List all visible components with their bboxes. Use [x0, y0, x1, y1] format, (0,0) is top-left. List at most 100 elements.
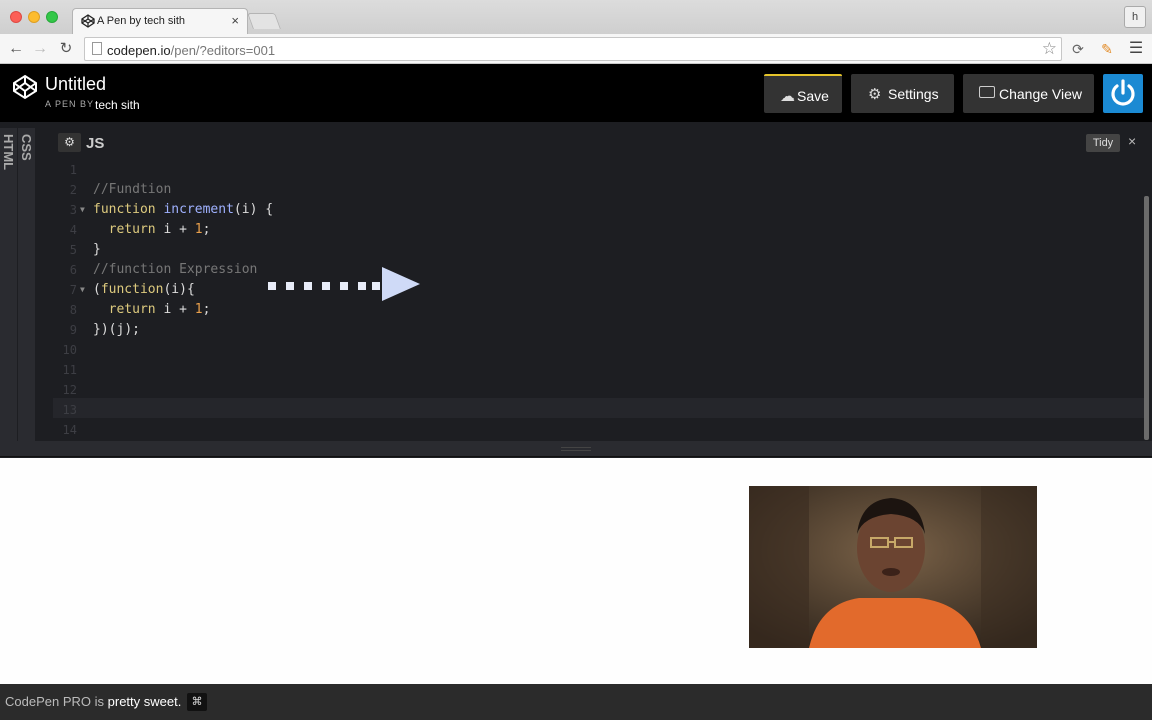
js-code-editor[interactable]: 1 2//Fundtion 3 ▼ function increment(i) {4 r…: [53, 160, 1146, 441]
close-panel-icon[interactable]: ×: [1128, 133, 1136, 149]
arrow-dash: [286, 282, 294, 290]
code-line[interactable]: 13: [53, 400, 1146, 420]
line-number: 13: [62, 403, 77, 417]
arrow-dash: [358, 282, 366, 290]
forward-arrow-icon[interactable]: →: [30, 39, 50, 59]
save-button[interactable]: ☁ Save: [764, 74, 842, 113]
codepen-header: Untitled A PEN BY tech sith ☁ Save ⚙ Set…: [0, 64, 1152, 122]
close-tab-icon[interactable]: ×: [231, 13, 239, 28]
code-text: return i + 1;: [108, 302, 211, 317]
browser-tab-strip: A Pen by tech sith × h: [0, 0, 1152, 34]
js-panel-title: JS: [86, 135, 105, 152]
code-line[interactable]: 6 //function Expression: [53, 260, 1146, 280]
line-number: 11: [62, 363, 77, 377]
resize-grip-icon: [561, 447, 591, 451]
webcam-overlay: [749, 486, 1037, 648]
codepen-logo-icon[interactable]: [12, 74, 38, 100]
gear-icon: ⚙: [868, 86, 882, 103]
settings-button[interactable]: ⚙ Settings: [851, 74, 954, 113]
arrow-dash: [340, 282, 348, 290]
arrow-dash: [268, 282, 276, 290]
line-number: 4: [69, 223, 77, 237]
line-number: 8: [69, 303, 77, 317]
window-close-button[interactable]: [10, 11, 22, 23]
chrome-menu-icon[interactable]: ☰: [1127, 40, 1145, 58]
pen-by-label: A PEN BY: [45, 99, 95, 109]
fold-arrow-icon[interactable]: ▼: [80, 200, 85, 220]
code-text: }: [93, 242, 101, 257]
address-bar[interactable]: codepen.io/pen/?editors=001 ☆: [84, 37, 1062, 61]
line-number: 1: [69, 163, 77, 177]
line-number: 10: [62, 343, 77, 357]
line-number: 12: [62, 383, 77, 397]
line-number: 5: [69, 243, 77, 257]
code-text: function increment(i) {: [93, 202, 274, 217]
codepen-favicon-icon: [81, 14, 95, 28]
reload-icon[interactable]: ↻: [56, 39, 76, 59]
pen-title[interactable]: Untitled: [45, 74, 106, 95]
browser-toolbar: ← → ↻ codepen.io/pen/?editors=001 ☆ ⟳ ✎ …: [0, 34, 1152, 64]
html-tab-label: HTML: [1, 134, 16, 171]
browser-tab-active[interactable]: A Pen by tech sith ×: [72, 8, 248, 34]
code-text: (function(i){: [93, 282, 195, 297]
extension-sync-icon[interactable]: ⟳: [1069, 40, 1087, 58]
window-maximize-button[interactable]: [46, 11, 58, 23]
arrow-dash: [304, 282, 312, 290]
code-line[interactable]: 3 ▼ function increment(i) {: [53, 200, 1146, 220]
new-tab-button[interactable]: [247, 13, 281, 29]
code-line[interactable]: 4 return i + 1;: [53, 220, 1146, 240]
pen-author[interactable]: tech sith: [95, 98, 140, 112]
change-view-button[interactable]: Change View: [963, 74, 1094, 113]
line-number: 14: [62, 423, 77, 437]
code-line[interactable]: 1: [53, 160, 1146, 180]
code-line[interactable]: 10: [53, 340, 1146, 360]
code-text: return i + 1;: [108, 222, 211, 237]
browser-tab-title: A Pen by tech sith: [97, 15, 186, 27]
keyboard-shortcut-icon[interactable]: ⌘: [187, 693, 207, 711]
code-line[interactable]: 8 return i + 1;: [53, 300, 1146, 320]
line-number: 3: [69, 203, 77, 217]
js-settings-gear-icon[interactable]: ⚙: [58, 133, 81, 152]
power-button[interactable]: [1103, 74, 1143, 113]
line-number: 7: [69, 283, 77, 297]
code-line[interactable]: 7 ▼ (function(i){: [53, 280, 1146, 300]
profile-button[interactable]: h: [1124, 6, 1146, 28]
editor-scrollbar[interactable]: [1144, 196, 1149, 440]
cloud-icon: ☁: [780, 88, 795, 105]
arrow-head-icon: [382, 267, 420, 301]
fold-arrow-icon[interactable]: ▼: [80, 280, 85, 300]
settings-label: Settings: [888, 86, 939, 102]
code-line[interactable]: 2 //Fundtion: [53, 180, 1146, 200]
tab-css[interactable]: CSS: [18, 128, 35, 441]
change-view-label: Change View: [999, 86, 1083, 102]
line-number: 2: [69, 183, 77, 197]
bookmark-star-icon[interactable]: ☆: [1042, 39, 1057, 59]
line-number: 9: [69, 323, 77, 337]
code-line[interactable]: 14: [53, 420, 1146, 440]
tidy-button[interactable]: Tidy: [1086, 134, 1120, 152]
line-number: 6: [69, 263, 77, 277]
power-icon: [1111, 79, 1135, 106]
back-arrow-icon[interactable]: ←: [6, 39, 26, 59]
tab-html[interactable]: HTML: [0, 128, 17, 441]
codepen-footer: CodePen PRO is pretty sweet. ⌘: [0, 684, 1152, 720]
editor-resize-handle[interactable]: [0, 441, 1152, 457]
save-label: Save: [797, 88, 829, 104]
url-text: codepen.io/pen/?editors=001: [107, 43, 276, 58]
footer-promo[interactable]: CodePen PRO is pretty sweet.: [5, 694, 181, 709]
arrow-dash: [322, 282, 330, 290]
code-line[interactable]: 9 })(j);: [53, 320, 1146, 340]
code-line[interactable]: 5}: [53, 240, 1146, 260]
arrow-dash: [372, 282, 380, 290]
layout-icon: [979, 86, 995, 98]
code-line[interactable]: 11: [53, 360, 1146, 380]
extension-tool-icon[interactable]: ✎: [1098, 40, 1116, 58]
presenter-video-image: [749, 486, 1037, 648]
editor-divider: [36, 128, 53, 441]
page-icon: [92, 42, 102, 55]
window-minimize-button[interactable]: [28, 11, 40, 23]
code-line[interactable]: 12: [53, 380, 1146, 400]
code-text: //function Expression: [93, 262, 258, 277]
css-tab-label: CSS: [19, 134, 34, 161]
code-text: })(j);: [93, 322, 140, 337]
